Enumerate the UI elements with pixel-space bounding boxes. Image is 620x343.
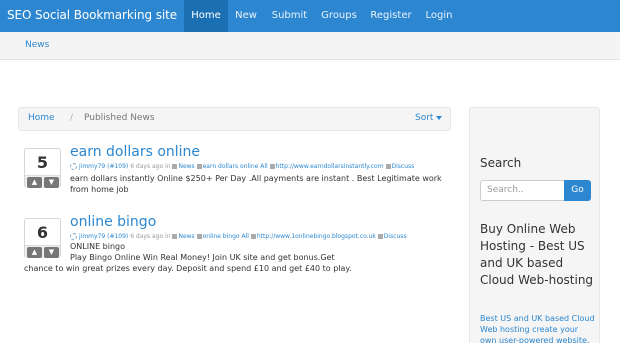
story-title[interactable]: online bingo xyxy=(70,214,156,230)
story-url[interactable]: http://www.1onlinebingo.blogspot.co.uk xyxy=(257,233,376,240)
comment-icon xyxy=(385,164,391,169)
thumbs-down-icon[interactable]: ▼ xyxy=(44,247,59,258)
story-url[interactable]: http://www.earndollarsinstantly.com xyxy=(276,163,384,170)
vote-count: 5 xyxy=(36,153,49,172)
story-user[interactable]: jimmy79 (#109) xyxy=(79,233,128,240)
subnav-news-link[interactable]: News xyxy=(25,40,49,50)
breadcrumb-separator: / xyxy=(70,113,74,123)
thumbs-up-icon[interactable]: ▲ xyxy=(27,247,42,258)
nav-groups[interactable]: Groups xyxy=(316,0,362,32)
breadcrumb-current: Published News xyxy=(84,113,155,123)
story-time: 6 days ago in xyxy=(130,233,171,240)
folder-icon xyxy=(172,164,178,169)
sidebar-ad-text[interactable]: Best US and UK based Cloud Web hosting c… xyxy=(480,313,595,343)
folder-icon xyxy=(172,234,178,239)
vote-box: 5 ▲ ▼ xyxy=(24,148,61,188)
vote-count: 6 xyxy=(36,223,49,242)
story-category[interactable]: News xyxy=(178,163,194,170)
caret-down-icon xyxy=(436,115,443,120)
story-title[interactable]: earn dollars online xyxy=(70,144,200,160)
breadcrumb: Home / Published News Sort xyxy=(18,107,451,131)
sidebar: Search Search.. Go Buy Online Web Hostin… xyxy=(469,107,600,343)
story-tags[interactable]: earn dollars online xyxy=(203,163,259,170)
story-discuss[interactable]: Discuss xyxy=(384,233,407,240)
search-title: Search xyxy=(480,156,522,170)
story-all-tags[interactable]: All xyxy=(241,233,248,240)
nav-new[interactable]: New xyxy=(228,0,264,32)
story-description-line: ONLINE bingo xyxy=(70,242,126,251)
nav-login[interactable]: Login xyxy=(420,0,458,32)
category-subnav: News xyxy=(0,32,620,60)
nav-submit[interactable]: Submit xyxy=(266,0,313,32)
story-tags[interactable]: online bingo xyxy=(203,233,240,240)
vote-box: 6 ▲ ▼ xyxy=(24,218,61,258)
story-all-tags[interactable]: All xyxy=(260,163,267,170)
story-meta: jimmy79 (#109) 6 days ago in News online… xyxy=(70,233,407,240)
search-go-button[interactable]: Go xyxy=(564,180,591,201)
vote-buttons: ▲ ▼ xyxy=(25,175,60,188)
site-brand[interactable]: SEO Social Bookmarking site xyxy=(7,8,177,22)
avatar-icon xyxy=(70,163,77,170)
story-user[interactable]: jimmy79 (#109) xyxy=(79,163,128,170)
thumbs-up-icon[interactable]: ▲ xyxy=(27,177,42,188)
story-category[interactable]: News xyxy=(178,233,194,240)
thumbs-down-icon[interactable]: ▼ xyxy=(44,177,59,188)
story-time: 6 days ago in xyxy=(130,163,171,170)
nav-home[interactable]: Home xyxy=(184,0,228,32)
sidebar-ad-title: Buy Online Web Hosting - Best US and UK … xyxy=(480,222,594,287)
search-input[interactable]: Search.. xyxy=(480,180,565,201)
sort-dropdown[interactable]: Sort xyxy=(415,113,443,123)
story-discuss[interactable]: Discuss xyxy=(392,163,415,170)
avatar-icon xyxy=(70,233,77,240)
story-description: earn dollars instantly Online $250+ Per … xyxy=(70,174,442,194)
story-meta: jimmy79 (#109) 6 days ago in News earn d… xyxy=(70,163,414,170)
link-icon xyxy=(269,164,275,169)
sort-label: Sort xyxy=(415,113,434,123)
comment-icon xyxy=(377,234,383,239)
breadcrumb-home-link[interactable]: Home xyxy=(28,113,55,123)
vote-buttons: ▲ ▼ xyxy=(25,245,60,258)
story-description-line: chance to win great prizes every day. De… xyxy=(24,264,352,273)
nav-register[interactable]: Register xyxy=(364,0,418,32)
tag-icon xyxy=(196,234,202,239)
link-icon xyxy=(250,234,256,239)
tag-icon xyxy=(196,164,202,169)
story-description-line: Play Bingo Online Win Real Money! Join U… xyxy=(70,253,335,262)
top-navbar: SEO Social Bookmarking site Home New Sub… xyxy=(0,0,620,32)
